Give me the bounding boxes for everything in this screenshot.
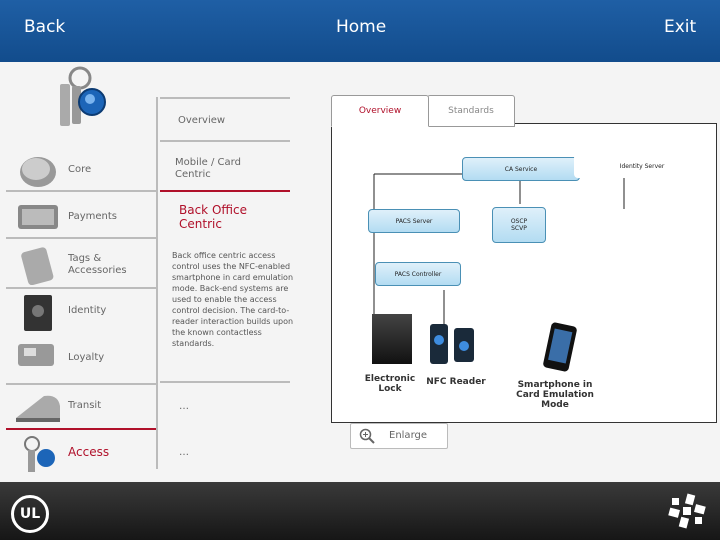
ul-logo: UL — [11, 495, 49, 533]
exit-button[interactable]: Exit — [664, 17, 696, 37]
nav-item-identity[interactable]: Identity — [6, 291, 156, 335]
nav-divider — [6, 383, 156, 385]
nav-divider — [6, 287, 156, 289]
nav-label-access: Access — [68, 445, 110, 459]
nav-label-identity: Identity — [68, 305, 107, 316]
electronic-lock-label: Electronic Lock — [364, 374, 416, 394]
loyalty-card-icon — [18, 344, 54, 366]
nav-label-loyalty: Loyalty — [68, 352, 105, 363]
tab-standards[interactable]: Standards — [427, 95, 515, 127]
back-office-description: Back office centric access control uses … — [172, 251, 294, 348]
nav-item-transit[interactable]: Transit — [6, 386, 156, 430]
nav-item-payments[interactable]: Payments — [6, 195, 156, 239]
submenu-more-2[interactable]: … — [179, 447, 189, 459]
submenu-back-office[interactable]: Back Office Centric — [179, 203, 274, 231]
nav-label-payments: Payments — [68, 211, 117, 222]
submenu-divider — [160, 381, 290, 383]
diagram-panel: CA Service Identity Server PACS Server O… — [331, 123, 717, 423]
keys-icon — [60, 66, 106, 126]
nav-item-tags[interactable]: Tags & Accessories — [6, 243, 156, 287]
top-bar: Back Home Exit — [0, 0, 720, 62]
ca-service-box: CA Service — [462, 157, 580, 181]
enlarge-label: Enlarge — [389, 430, 427, 441]
back-button[interactable]: Back — [24, 17, 65, 37]
passport-icon — [24, 295, 52, 331]
nav-label-transit: Transit — [68, 400, 102, 411]
submenu-more-1[interactable]: … — [179, 401, 189, 413]
nav-divider — [6, 237, 156, 239]
nav-item-core[interactable]: Core — [6, 148, 156, 192]
nfc-reader-label: NFC Reader — [426, 377, 486, 387]
brand-logo-icon — [668, 493, 706, 529]
ocsp-label: OSCP — [510, 218, 528, 225]
scvp-label: SCVP — [511, 225, 527, 232]
nav-divider — [6, 190, 156, 192]
smartphone-label: Smartphone in Card Emulation Mode — [516, 380, 594, 410]
train-icon — [16, 395, 60, 422]
enlarge-button[interactable]: Enlarge — [350, 423, 448, 449]
submenu-divider-active — [160, 190, 290, 192]
smartphone-image — [543, 322, 577, 372]
tab-overview[interactable]: Overview — [331, 95, 429, 127]
electronic-lock-image — [372, 314, 412, 364]
nav-vertical-divider — [156, 97, 158, 469]
ocsp-scvp-box: OSCP SCVP — [492, 207, 546, 243]
submenu-mobile-card[interactable]: Mobile / Card Centric — [175, 157, 255, 181]
keys-icon — [24, 436, 55, 472]
pacs-server-box: PACS Server — [368, 209, 460, 233]
tag-icon — [21, 247, 54, 285]
nav-label-core: Core — [68, 164, 92, 175]
footer-bar: UL — [0, 482, 720, 540]
identity-server-box: Identity Server — [574, 154, 710, 178]
nav-divider-active — [6, 428, 156, 430]
nav-item-loyalty[interactable]: Loyalty — [6, 338, 156, 382]
submenu-divider — [160, 140, 290, 142]
money-icon — [18, 205, 58, 229]
card-stack-icon — [20, 157, 56, 187]
home-button[interactable]: Home — [336, 17, 386, 37]
zoom-in-icon — [359, 428, 375, 444]
nav-item-access[interactable]: Access — [6, 432, 156, 476]
submenu-overview[interactable]: Overview — [178, 115, 225, 127]
pacs-controller-box: PACS Controller — [375, 262, 461, 286]
submenu-divider — [160, 97, 290, 99]
nfc-reader-image — [430, 324, 474, 364]
nav-label-tags: Tags & Accessories — [68, 253, 127, 276]
